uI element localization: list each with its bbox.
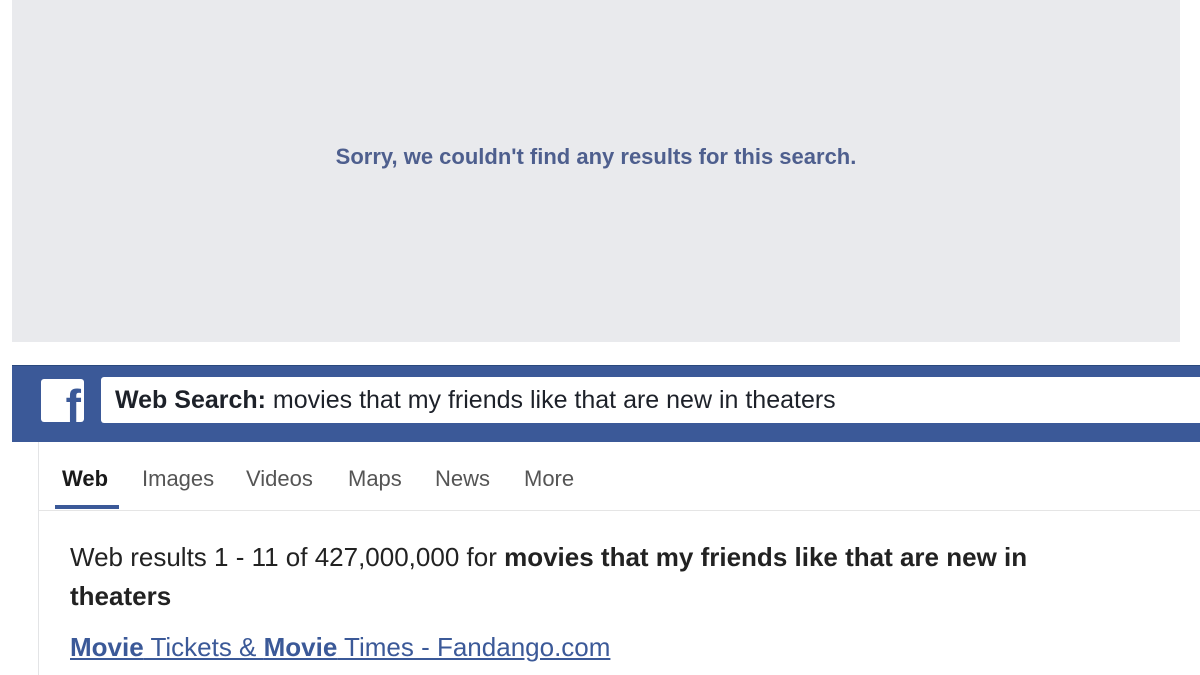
- result-title-part1: Movie: [70, 632, 144, 662]
- active-tab-indicator: [55, 505, 119, 509]
- tab-maps[interactable]: Maps: [348, 466, 402, 492]
- tab-news[interactable]: News: [435, 466, 490, 492]
- tab-web[interactable]: Web: [62, 466, 108, 492]
- results-count-text: Web results 1 - 11 of 427,000,000 for: [70, 542, 505, 572]
- web-search-input[interactable]: Web Search: movies that my friends like …: [101, 377, 1200, 423]
- facebook-logo-glyph: f: [65, 380, 81, 422]
- tab-more[interactable]: More: [524, 466, 574, 492]
- tab-images[interactable]: Images: [142, 466, 214, 492]
- search-query-text: movies that my friends like that are new…: [265, 386, 836, 414]
- tab-videos[interactable]: Videos: [246, 466, 313, 492]
- search-prefix-label: Web Search:: [115, 386, 266, 414]
- results-panel: Web Images Videos Maps News More Web res…: [38, 442, 1200, 675]
- search-tabs: Web Images Videos Maps News More: [39, 442, 1200, 511]
- facebook-header-bar: f Web Search: movies that my friends lik…: [12, 365, 1200, 442]
- no-results-panel: Sorry, we couldn't find any results for …: [12, 0, 1180, 342]
- facebook-logo-icon[interactable]: f: [41, 379, 84, 422]
- screen: Sorry, we couldn't find any results for …: [0, 0, 1200, 675]
- result-title-part4: Times - Fandango.com: [337, 632, 611, 662]
- no-results-message: Sorry, we couldn't find any results for …: [335, 144, 857, 169]
- result-link-fandango[interactable]: Movie Tickets & Movie Times - Fandango.c…: [70, 632, 610, 663]
- result-title-part2: Tickets &: [143, 632, 264, 662]
- results-summary: Web results 1 - 11 of 427,000,000 for mo…: [70, 538, 1130, 616]
- result-title-part3: Movie: [263, 632, 338, 662]
